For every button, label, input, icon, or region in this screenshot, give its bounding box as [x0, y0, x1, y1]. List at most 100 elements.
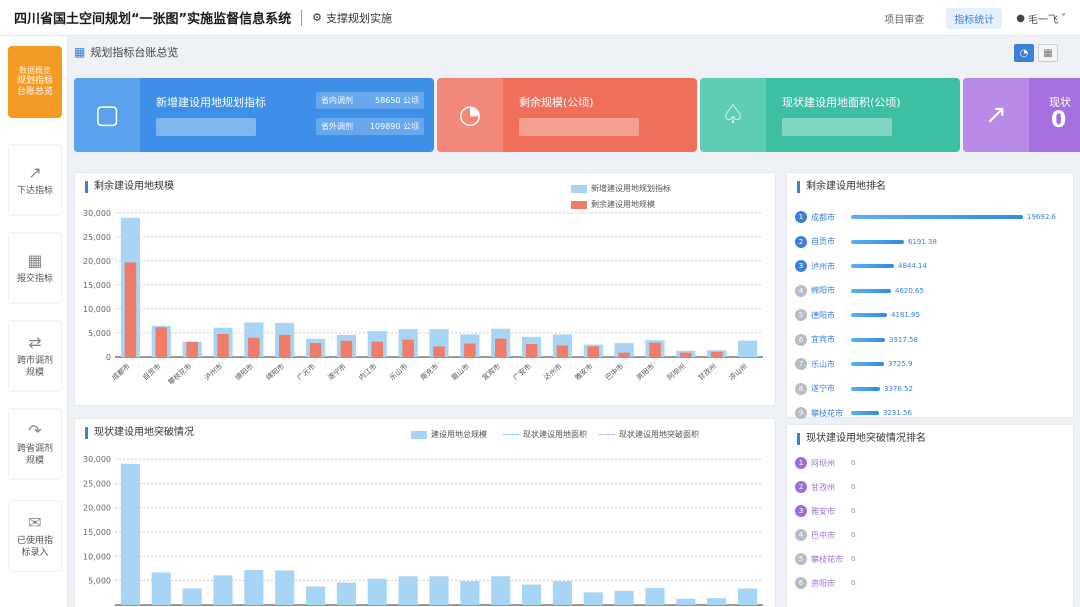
bar-secondary[interactable] [340, 340, 353, 357]
bar-primary[interactable] [182, 588, 202, 605]
ranking-row[interactable]: 6 资阳市 0 [795, 575, 855, 591]
rank-city: 泸州市 [811, 261, 835, 271]
bar-primary[interactable] [645, 587, 665, 605]
bar-secondary[interactable] [309, 343, 322, 357]
bar-primary[interactable] [707, 598, 727, 605]
user-menu[interactable]: ● 毛一飞 ˅ [1016, 11, 1066, 26]
exchange-icon: ⇄ [28, 333, 42, 353]
sidebar-item-cross-province[interactable]: ↷ 跨省调剂规模 [8, 408, 62, 480]
bar-secondary[interactable] [556, 345, 569, 357]
rank-value: 4844.14 [898, 262, 927, 270]
bar-secondary[interactable] [124, 262, 137, 357]
rank-bar [851, 386, 880, 391]
ranking-row[interactable]: 9 攀枝花市 3231.56 [795, 405, 912, 421]
ranking-row[interactable]: 7 乐山市 3725.9 [795, 356, 913, 372]
bar-secondary[interactable] [371, 341, 384, 357]
bar-primary[interactable] [429, 576, 449, 605]
ranking-row[interactable]: 4 绵阳市 4620.65 [795, 283, 924, 299]
bar-secondary[interactable] [278, 334, 291, 357]
kpi-title: 新增建设用地规划指标 [156, 96, 266, 109]
y-tick-label: 25,000 [83, 233, 111, 242]
bar-primary[interactable] [614, 590, 634, 605]
top-bar: 四川省国土空间规划“一张图”实施监督信息系统 ⚙ 支撑规划实施 项目审查 指标统… [0, 0, 1080, 36]
table-view-button[interactable]: ▦ [1038, 44, 1058, 62]
bar-primary[interactable] [336, 582, 356, 605]
sidebar: 数据概览 规划指标台账总览 ↗ 下达指标 ▦ 报交指标 ⇄ 跨市调剂规模 ↷ 跨… [0, 36, 68, 607]
ranking-row[interactable]: 4 巴中市 0 [795, 527, 855, 543]
ranking-row[interactable]: 5 攀枝花市 0 [795, 551, 855, 567]
bar-primary[interactable] [306, 586, 326, 605]
ranking-row[interactable]: 6 宜宾市 3917.58 [795, 332, 918, 348]
kpi-value-masked [519, 118, 639, 136]
rank-number: 7 [795, 358, 807, 370]
bar-secondary[interactable] [155, 327, 168, 357]
bar-primary[interactable] [676, 598, 696, 605]
x-tick-label: 雅安市 [573, 362, 595, 382]
tab-indicator-stats[interactable]: 指标统计 [946, 7, 1003, 29]
bar-primary[interactable] [120, 463, 140, 605]
rank-city: 甘孜州 [811, 482, 835, 492]
sidebar-item-label: 报交指标 [16, 273, 53, 284]
page-title: 规划指标台账总览 [90, 46, 179, 59]
bar-secondary[interactable] [649, 342, 661, 357]
bar-secondary[interactable] [494, 338, 507, 357]
bar-secondary[interactable] [587, 346, 600, 357]
ranking-row[interactable]: 3 泸州市 4844.14 [795, 258, 927, 274]
rank-city: 乐山市 [811, 359, 835, 369]
x-tick-label: 广元市 [295, 362, 317, 382]
bar-primary[interactable] [583, 592, 603, 605]
ranking-row[interactable]: 1 成都市 19692.6 [795, 209, 1056, 225]
sidebar-item-issued[interactable]: ↗ 下达指标 [8, 144, 62, 216]
bar-primary[interactable] [738, 340, 758, 357]
x-tick-label: 乐山市 [388, 362, 410, 382]
table-view-icon: ▦ [1043, 47, 1053, 59]
kpi-value-masked [782, 118, 892, 136]
bar-secondary[interactable] [402, 339, 414, 357]
bar-primary[interactable] [522, 584, 542, 605]
sidebar-item-overview[interactable]: 数据概览 规划指标台账总览 [8, 46, 62, 118]
bar-primary[interactable] [151, 572, 171, 605]
ranking-row[interactable]: 3 雅安市 0 [795, 503, 855, 519]
bar-secondary[interactable] [680, 352, 692, 357]
bar-secondary[interactable] [710, 351, 723, 357]
tab-project-review[interactable]: 项目审查 [876, 8, 932, 29]
rank-city: 德阳市 [811, 310, 835, 320]
bar-secondary[interactable] [248, 337, 260, 357]
bar-secondary[interactable] [464, 343, 476, 357]
rank-number: 9 [795, 407, 807, 419]
x-tick-label: 南充市 [418, 362, 440, 382]
area-trend-icon: ↗ [963, 78, 1029, 152]
kpi-card-current: ↗ 现状 0 [963, 78, 1080, 152]
bar-primary[interactable] [738, 588, 758, 605]
kpi-card-current-area: ♤ 现状建设用地面积(公顷) [700, 78, 960, 152]
y-tick-label: 30,000 [83, 455, 111, 464]
bar-secondary[interactable] [618, 352, 630, 357]
sidebar-item-submitted[interactable]: ▦ 报交指标 [8, 232, 62, 304]
bar-secondary[interactable] [217, 333, 229, 357]
ranking-row[interactable]: 1 阿坝州 0 [795, 455, 855, 471]
y-tick-label: 20,000 [83, 257, 111, 266]
sidebar-item-used-entry[interactable]: ✉ 已使用指标录入 [8, 500, 62, 572]
ranking-row[interactable]: 2 甘孜州 0 [795, 479, 855, 495]
y-tick-label: 10,000 [83, 552, 111, 561]
ranking-row[interactable]: 8 遂宁市 3376.52 [795, 381, 913, 397]
bar-primary[interactable] [491, 576, 511, 605]
bar-primary[interactable] [460, 581, 480, 605]
bar-secondary[interactable] [186, 342, 198, 357]
bar-primary[interactable] [275, 570, 295, 605]
sidebar-item-cross-city[interactable]: ⇄ 跨市调剂规模 [8, 320, 62, 392]
chart-view-button[interactable]: ◔ [1014, 44, 1034, 62]
bar-primary[interactable] [244, 569, 264, 605]
bar-secondary[interactable] [433, 346, 445, 357]
bar-primary[interactable] [398, 576, 418, 605]
rank-number: 3 [795, 505, 807, 517]
bar-secondary[interactable] [525, 344, 538, 357]
bar-primary[interactable] [213, 575, 233, 605]
system-link[interactable]: ⚙ 支撑规划实施 [312, 10, 392, 26]
panel-remaining-land: 剩余建设用地规模 新增建设用地规划指标 剩余建设用地规模 0 5,000 10,00… [74, 172, 776, 406]
bar-primary[interactable] [552, 581, 572, 605]
sidebar-item-label: 跨市调剂规模 [16, 356, 53, 378]
bar-primary[interactable] [367, 578, 387, 605]
ranking-row[interactable]: 2 自贡市 6191.38 [795, 234, 937, 250]
ranking-row[interactable]: 5 德阳市 4181.95 [795, 307, 920, 323]
